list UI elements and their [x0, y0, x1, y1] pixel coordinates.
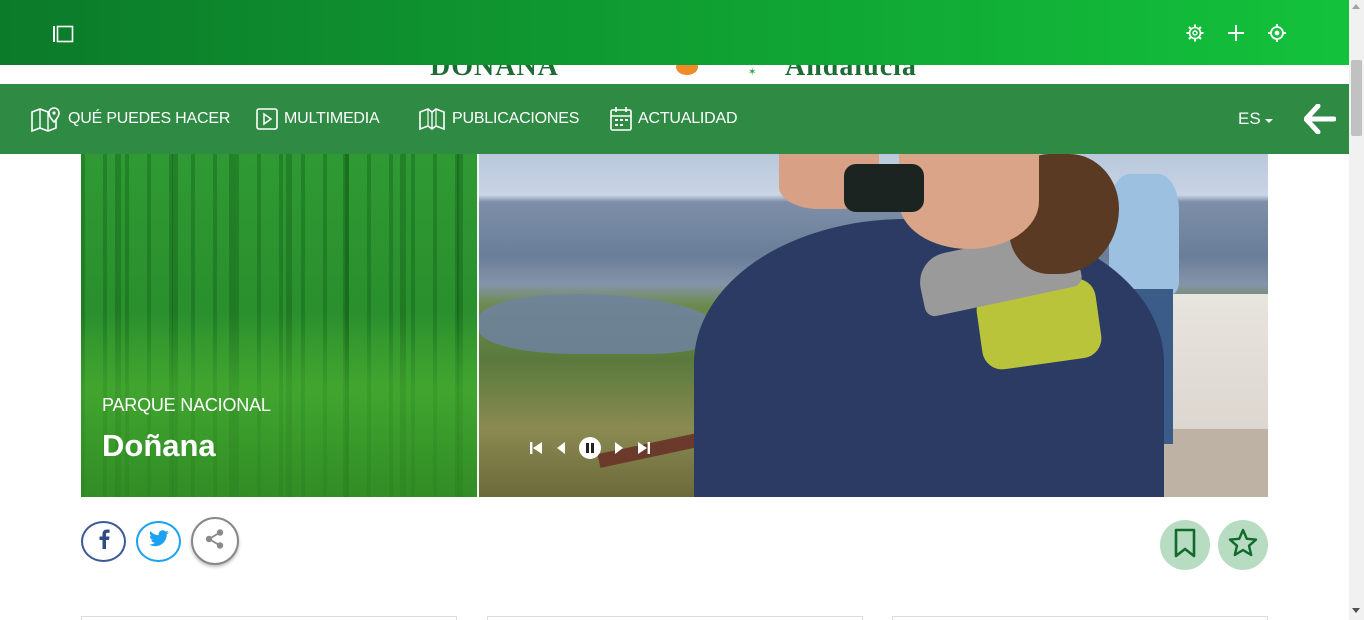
nav-item-multimedia[interactable]: MULTIMEDIA [256, 84, 380, 154]
content-card[interactable] [892, 616, 1268, 620]
favorite-button[interactable] [1218, 520, 1268, 570]
caret-down-icon [1264, 118, 1273, 123]
content-card[interactable] [81, 616, 457, 620]
logo-right-text: Andalucía [785, 65, 917, 82]
map-pin-icon [30, 106, 62, 132]
hero-forest-panel: PARQUE NACIONAL Doñana [81, 154, 477, 497]
main-nav: QUÉ PUEDES HACER MULTIMEDIA PUBLICACIONE… [0, 84, 1349, 154]
pause-icon[interactable] [579, 437, 601, 459]
sidebar-toggle-icon[interactable] [52, 24, 74, 44]
logo-left-text: DOÑANA [430, 65, 559, 82]
scroll-down-icon[interactable] [1352, 608, 1360, 613]
photo-water [479, 294, 719, 354]
gear-icon[interactable] [1184, 22, 1206, 44]
nav-item-label: PUBLICACIONES [452, 110, 580, 127]
bookmark-button[interactable] [1160, 520, 1210, 570]
page: DOÑANA ✶ Andalucía QUÉ PUEDES HACER MULT… [0, 0, 1364, 620]
play-icon [256, 107, 278, 131]
nav-item-label: QUÉ PUEDES HACER [68, 110, 231, 127]
nav-item-que-puedes-hacer[interactable]: QUÉ PUEDES HACER [30, 84, 230, 154]
nav-item-label: ACTUALIDAD [638, 110, 738, 127]
calendar-icon [610, 106, 632, 132]
nav-item-publicaciones[interactable]: PUBLICACIONES [418, 84, 579, 154]
content-card[interactable] [487, 616, 863, 620]
language-label: ES [1238, 109, 1261, 128]
nav-item-label: MULTIMEDIA [284, 110, 380, 127]
share-button[interactable] [191, 517, 239, 565]
back-arrow-icon[interactable] [1303, 103, 1337, 135]
scroll-thumb[interactable] [1351, 60, 1362, 136]
twitter-icon [148, 530, 170, 553]
location-target-icon[interactable] [1266, 22, 1288, 44]
book-icon [418, 107, 446, 131]
bookmark-icon [1173, 528, 1197, 563]
next-slide-icon[interactable] [609, 439, 627, 457]
first-slide-icon[interactable] [527, 439, 545, 457]
language-selector[interactable]: ES [1238, 84, 1273, 154]
hero-subtitle: PARQUE NACIONAL [102, 395, 271, 415]
scroll-up-icon[interactable] [1352, 4, 1360, 9]
photo-binoculars [844, 164, 924, 212]
facebook-icon [97, 529, 111, 554]
last-slide-icon[interactable] [635, 439, 653, 457]
top-bar [0, 0, 1349, 65]
plus-icon[interactable] [1225, 22, 1247, 44]
slider-controls [527, 437, 653, 459]
facebook-share-button[interactable] [81, 521, 126, 562]
share-icon [204, 528, 226, 555]
logo-flower-icon [676, 65, 698, 75]
page-scrollbar[interactable] [1349, 0, 1364, 620]
star-icon [1228, 528, 1258, 563]
hero-title: Doñana [102, 428, 216, 463]
hero-banner: PARQUE NACIONAL Doñana [81, 154, 1268, 497]
twitter-share-button[interactable] [136, 521, 181, 562]
prev-slide-icon[interactable] [553, 439, 571, 457]
nav-item-actualidad[interactable]: ACTUALIDAD [610, 84, 738, 154]
logo-star-icon: ✶ [748, 67, 757, 78]
logo-strip: DOÑANA ✶ Andalucía [0, 65, 1349, 84]
